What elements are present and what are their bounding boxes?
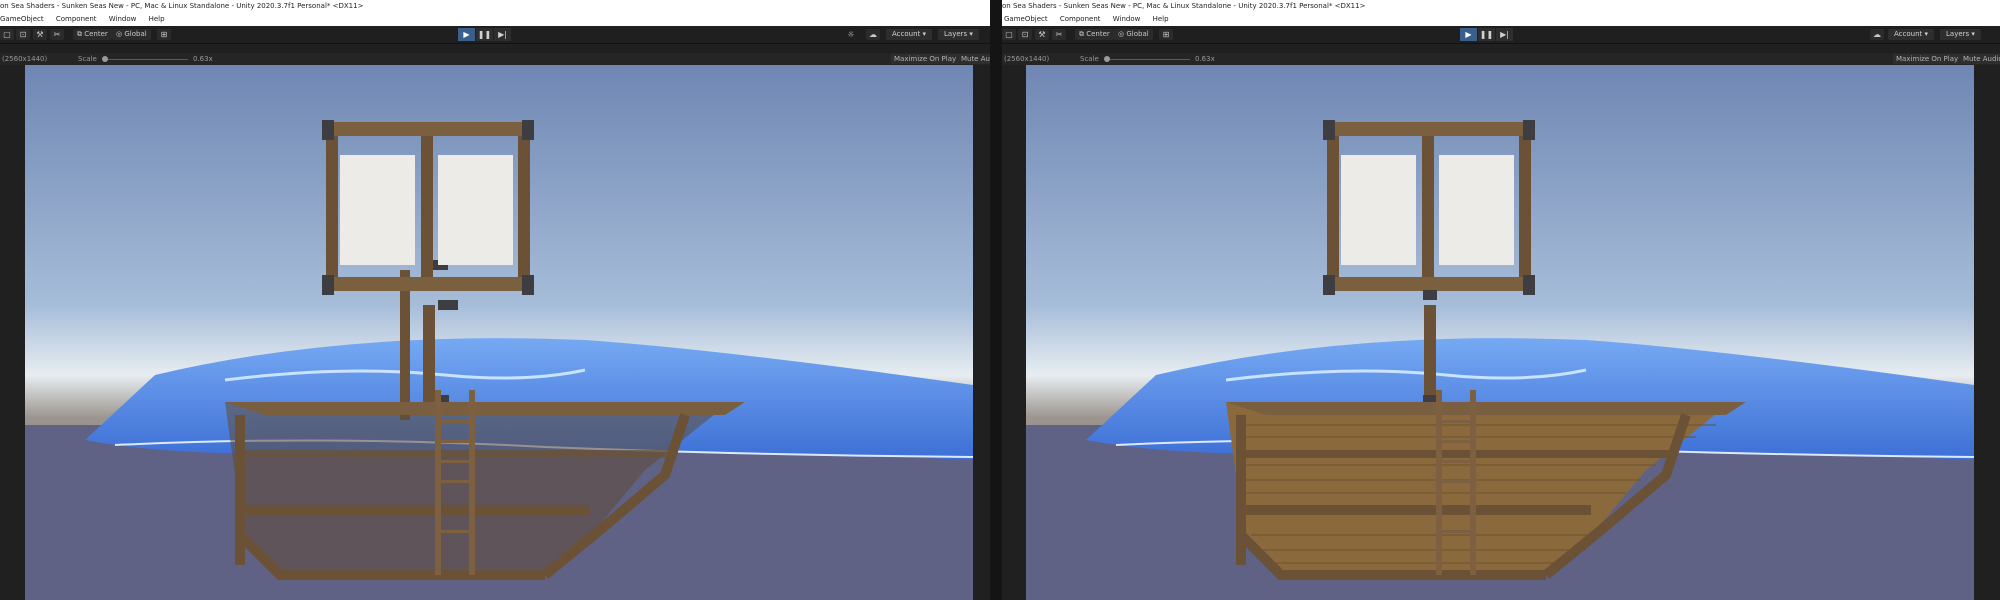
menu-window[interactable]: Window [109,15,137,23]
play-controls: ▶ ❚❚ ▶| [458,28,512,41]
game-view-toolbar: (2560x1440) Scale 0.63x Maximize On Play… [1002,53,2000,65]
left-unity-window: on Sea Shaders - Sunken Seas New - PC, M… [0,0,990,600]
yard-top [1326,122,1532,136]
ship-scene [1026,65,1974,600]
menu-gameobject[interactable]: GameObject [0,15,44,23]
maximize-on-play-toggle[interactable]: Maximize On Play [891,54,960,64]
account-dropdown[interactable]: Account ▾ [1888,29,1935,40]
resolution-label[interactable]: (2560x1440) [1004,53,1049,65]
window-title: on Sea Shaders - Sunken Seas New - PC, M… [0,0,990,13]
hull-deck [1226,402,1746,415]
menu-gameobject[interactable]: GameObject [1004,15,1048,23]
pivot-center-toggle[interactable]: ⧉ Center [73,29,112,40]
menu-window[interactable]: Window [1113,15,1141,23]
menu-component[interactable]: Component [1060,15,1101,23]
space-global-toggle[interactable]: ◎ Global [112,29,151,40]
game-viewport[interactable] [1026,65,1974,600]
main-toolbar: ▢ ⊡ ⚒ ✂ ⧉ Center ◎ Global ⊞ ▶ ❚❚ ▶| ☁ Ac… [1002,26,2000,44]
cloud-icon[interactable]: ☁ [1870,29,1884,40]
menu-bar: GameObject Component Window Help [0,13,990,26]
scale-label: Scale [78,55,97,63]
transform-tool-icon[interactable]: ⊡ [16,29,30,40]
layers-dropdown[interactable]: Layers ▾ [1940,29,1981,40]
custom-tool-icon[interactable]: ⚒ [33,29,47,40]
mast [400,270,410,420]
menu-help[interactable]: Help [149,15,165,23]
pivot-center-toggle[interactable]: ⧉ Center [1075,29,1114,40]
space-label: Global [1126,30,1149,38]
scale-value: 0.63x [193,55,213,63]
game-viewport[interactable] [25,65,973,600]
scale-slider-thumb[interactable] [102,56,108,62]
menu-bar: GameObject Component Window Help [1002,13,2000,26]
scale-value: 0.63x [1195,55,1215,63]
layers-dropdown[interactable]: Layers ▾ [938,29,979,40]
space-global-toggle[interactable]: ◎ Global [1114,29,1153,40]
play-controls: ▶ ❚❚ ▶| [1460,28,1514,41]
menu-help[interactable]: Help [1153,15,1169,23]
custom-tool-icon[interactable]: ⚒ [1035,29,1049,40]
grid-snap-icon[interactable]: ⊞ [1159,29,1173,40]
yard-bottom [325,277,531,291]
hull-lower-deck [1241,505,1591,515]
window-divider [990,0,1002,600]
play-icon[interactable]: ▶ [1460,28,1477,41]
main-toolbar: ▢ ⊡ ⚒ ✂ ⧉ Center ◎ Global ⊞ ▶ ❚❚ ▶| ☼ ☁ … [0,26,990,44]
pivot-label: Center [1086,30,1110,38]
menu-component[interactable]: Component [56,15,97,23]
play-icon[interactable]: ▶ [458,28,475,41]
pause-icon[interactable]: ❚❚ [476,28,493,41]
sail-right [1439,155,1514,265]
account-label: Account [1894,30,1923,38]
hull-deck [225,402,745,415]
sun-icon[interactable]: ☼ [844,29,858,40]
hull-lower-deck [240,505,590,515]
scale-slider[interactable] [1105,59,1190,60]
yard-bottom [1326,277,1532,291]
yard-top [325,122,531,136]
pause-icon[interactable]: ❚❚ [1478,28,1495,41]
tools-icon[interactable]: ✂ [1052,29,1066,40]
sail-left [1341,155,1416,265]
rect-tool-icon[interactable]: ▢ [1002,29,1016,40]
right-unity-window: on Sea Shaders - Sunken Seas New - PC, M… [1002,0,2000,600]
maximize-on-play-toggle[interactable]: Maximize On Play [1893,54,1962,64]
account-label: Account [892,30,921,38]
step-icon[interactable]: ▶| [1496,28,1513,41]
mast-lower [423,305,435,415]
scale-slider[interactable] [103,59,188,60]
cloud-icon[interactable]: ☁ [866,29,880,40]
game-view-toolbar: (2560x1440) Scale 0.63x Maximize On Play… [0,53,990,65]
window-title: on Sea Shaders - Sunken Seas New - PC, M… [1002,0,2000,13]
layers-label: Layers [1946,30,1970,38]
ship-scene [25,65,973,600]
rect-tool-icon[interactable]: ▢ [0,29,14,40]
sail-left [340,155,415,265]
account-dropdown[interactable]: Account ▾ [886,29,933,40]
space-label: Global [124,30,147,38]
pivot-label: Center [84,30,108,38]
scale-slider-thumb[interactable] [1104,56,1110,62]
tools-icon[interactable]: ✂ [50,29,64,40]
transform-tool-icon[interactable]: ⊡ [1018,29,1032,40]
scale-label: Scale [1080,55,1099,63]
mute-audio-toggle[interactable]: Mute Audio [958,54,990,64]
sail-right [438,155,513,265]
mute-audio-toggle[interactable]: Mute Audio [1960,54,2000,64]
layers-label: Layers [944,30,968,38]
resolution-label[interactable]: (2560x1440) [2,53,47,65]
step-icon[interactable]: ▶| [494,28,511,41]
grid-snap-icon[interactable]: ⊞ [157,29,171,40]
